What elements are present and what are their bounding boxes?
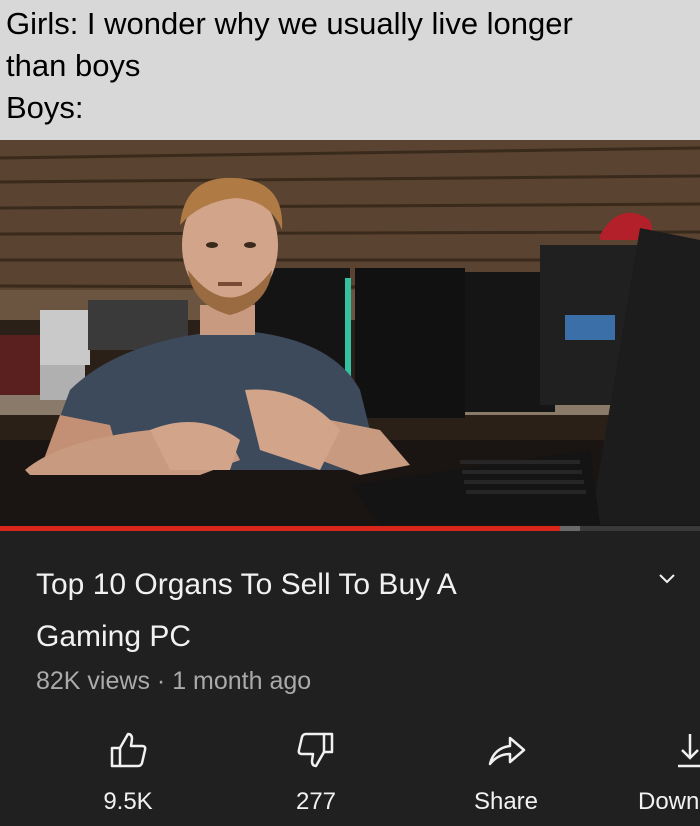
download-label: Down — [638, 788, 700, 815]
video-title[interactable]: Top 10 Organs To Sell To Buy A Gaming PC — [36, 559, 636, 663]
video-player[interactable] — [0, 140, 700, 528]
action-bar: 9.5K 277 Share Down — [0, 726, 700, 826]
download-icon — [678, 734, 700, 768]
video-meta: 82K views · 1 month ago — [36, 667, 311, 696]
caption-line-2: than boys — [6, 48, 141, 83]
video-frame-image — [0, 140, 700, 528]
thumbs-down-icon — [297, 732, 334, 768]
share-button[interactable]: Share — [446, 726, 566, 816]
caption-line-1: Girls: I wonder why we usually live long… — [6, 6, 573, 41]
video-title-line-1: Top 10 Organs To Sell To Buy A — [36, 568, 457, 601]
like-button[interactable]: 9.5K — [68, 726, 188, 816]
meta-separator: · — [156, 667, 166, 695]
download-button[interactable]: Down — [632, 726, 700, 816]
video-title-line-2: Gaming PC — [36, 620, 192, 653]
share-label: Share — [473, 788, 539, 815]
share-arrow-icon — [488, 736, 526, 766]
view-count: 82K views — [36, 667, 150, 695]
dislike-button[interactable]: 277 — [256, 726, 376, 816]
upload-age: 1 month ago — [172, 667, 312, 695]
dislike-count: 277 — [295, 788, 337, 815]
video-info-panel: Top 10 Organs To Sell To Buy A Gaming PC… — [0, 531, 700, 826]
thumbs-up-icon — [110, 732, 147, 768]
chevron-down-icon[interactable] — [657, 571, 677, 585]
meme-caption: Girls: I wonder why we usually live long… — [0, 0, 700, 140]
like-count: 9.5K — [103, 788, 153, 815]
caption-line-3: Boys: — [6, 90, 84, 125]
